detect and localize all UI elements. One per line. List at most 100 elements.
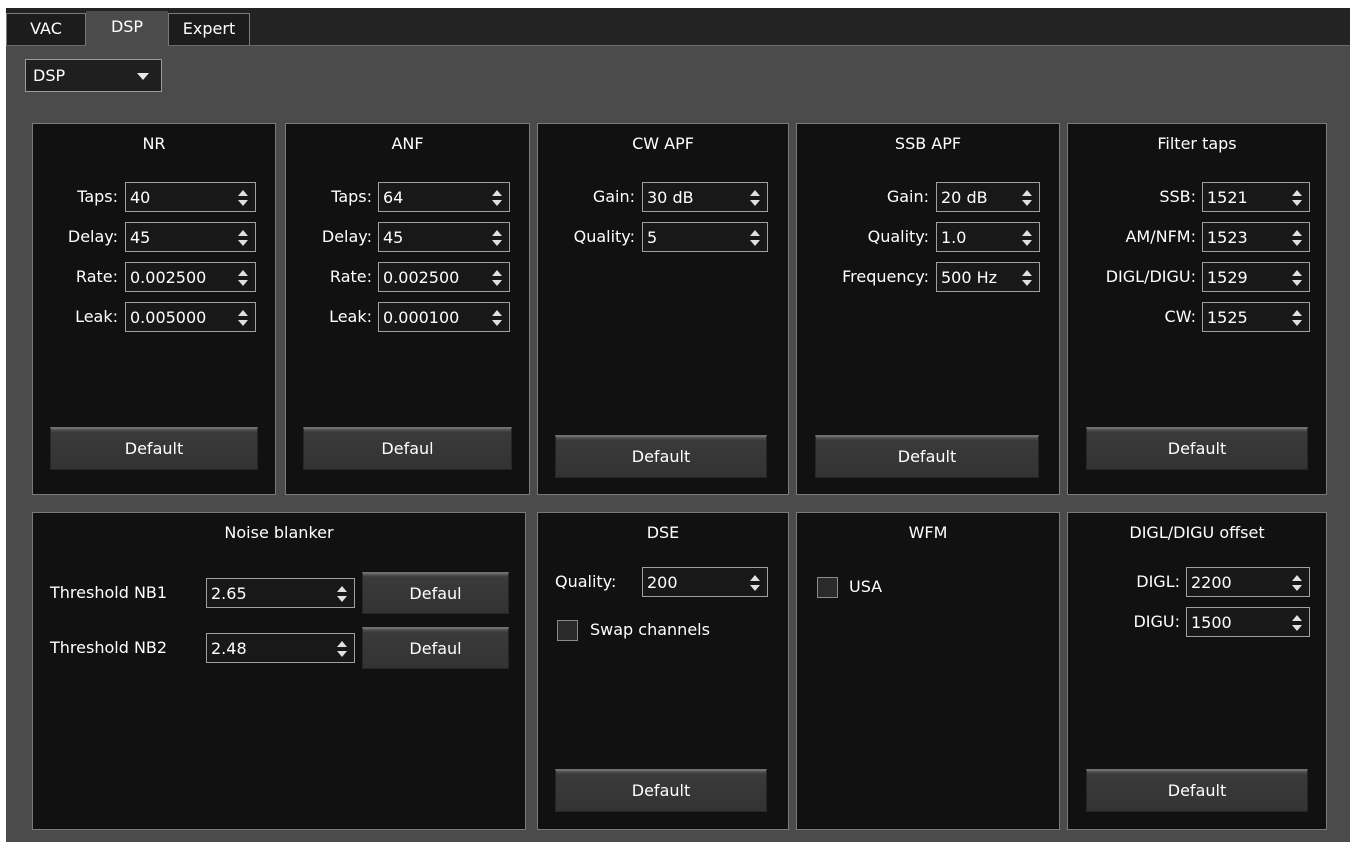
digl-spinbox[interactable]: 2200 <box>1186 567 1310 597</box>
nr-leak-spinbox[interactable]: 0.005000 <box>125 302 256 332</box>
ssb-apf-frequency-spinbox[interactable]: 500 Hz <box>936 262 1040 292</box>
ssb-apf-gain-row: Gain: 20 dB <box>797 182 1059 212</box>
anf-rate-row: Rate: 0.002500 <box>286 262 529 292</box>
anf-taps-spinbox[interactable]: 64 <box>378 182 510 212</box>
tab-vac[interactable]: VAC <box>6 13 86 45</box>
spinbox-value: 1529 <box>1207 268 1248 287</box>
spinbox-value: 1.0 <box>941 228 967 247</box>
nr-default-button[interactable]: Default <box>50 427 258 470</box>
cw-apf-gain-spinbox[interactable]: 30 dB <box>642 182 768 212</box>
anf-default-button[interactable]: Defaul <box>303 427 512 470</box>
filter-taps-digl-digu-spinbox[interactable]: 1529 <box>1202 262 1310 292</box>
nr-taps-spinbox[interactable]: 40 <box>125 182 256 212</box>
spin-arrows-icon[interactable] <box>1291 573 1303 593</box>
cw-apf-panel: CW APF Gain: 30 dB Quality: 5 Default <box>537 123 789 495</box>
field-label: SSB: <box>1159 187 1196 206</box>
panel-title: DIGL/DIGU offset <box>1129 523 1265 542</box>
tab-dsp[interactable]: DSP <box>86 11 168 46</box>
spin-arrows-icon[interactable] <box>237 188 249 208</box>
dsp-mode-select[interactable]: DSP <box>25 59 162 92</box>
spinbox-value: 64 <box>383 188 404 207</box>
field-label: DIGU: <box>1133 612 1180 631</box>
spin-arrows-icon[interactable] <box>1021 188 1033 208</box>
ssb-apf-quality-spinbox[interactable]: 1.0 <box>936 222 1040 252</box>
spinbox-value: 0.005000 <box>130 308 207 327</box>
spinbox-value: 2.48 <box>211 639 247 658</box>
nb1-threshold-spinbox[interactable]: 2.65 <box>206 578 355 608</box>
spin-arrows-icon[interactable] <box>1291 308 1303 328</box>
panel-title: Filter taps <box>1157 134 1237 153</box>
spinbox-value: 40 <box>130 188 151 207</box>
digl-digu-default-button[interactable]: Default <box>1086 769 1308 812</box>
swap-channels-label[interactable]: Swap channels <box>590 619 710 641</box>
panel-title: SSB APF <box>894 134 962 153</box>
nr-rate-spinbox[interactable]: 0.002500 <box>125 262 256 292</box>
nb2-threshold-spinbox[interactable]: 2.48 <box>206 633 355 663</box>
spinbox-value: 0.000100 <box>383 308 460 327</box>
usa-checkbox[interactable] <box>817 577 838 598</box>
anf-leak-spinbox[interactable]: 0.000100 <box>378 302 510 332</box>
digu-spinbox[interactable]: 1500 <box>1186 607 1310 637</box>
spin-arrows-icon[interactable] <box>749 188 761 208</box>
cw-apf-quality-row: Quality: 5 <box>538 222 788 252</box>
field-label: Quality: <box>867 227 929 246</box>
spinbox-value: 1500 <box>1191 613 1232 632</box>
ssb-apf-gain-spinbox[interactable]: 20 dB <box>936 182 1040 212</box>
anf-rate-spinbox[interactable]: 0.002500 <box>378 262 510 292</box>
filter-taps-digl-digu-row: DIGL/DIGU: 1529 <box>1068 262 1326 292</box>
filter-taps-am-nfm-spinbox[interactable]: 1523 <box>1202 222 1310 252</box>
spin-arrows-icon[interactable] <box>1291 613 1303 633</box>
spin-arrows-icon[interactable] <box>491 308 503 328</box>
spinbox-value: 45 <box>383 228 404 247</box>
usa-label[interactable]: USA <box>849 576 882 598</box>
field-label: AM/NFM: <box>1125 227 1196 246</box>
dse-quality-row: Quality: 200 <box>538 567 788 597</box>
spinbox-value: 200 <box>647 573 678 592</box>
tab-expert[interactable]: Expert <box>168 13 250 45</box>
swap-channels-checkbox[interactable] <box>557 620 578 641</box>
spin-arrows-icon[interactable] <box>1291 228 1303 248</box>
field-label: Threshold NB2 <box>50 638 168 657</box>
spin-arrows-icon[interactable] <box>749 573 761 593</box>
nb2-default-button[interactable]: Defaul <box>362 627 509 669</box>
spin-arrows-icon[interactable] <box>491 188 503 208</box>
spin-arrows-icon[interactable] <box>749 228 761 248</box>
spin-arrows-icon[interactable] <box>491 228 503 248</box>
anf-delay-spinbox[interactable]: 45 <box>378 222 510 252</box>
dse-default-button[interactable]: Default <box>555 769 767 812</box>
spinbox-value: 1525 <box>1207 308 1248 327</box>
spin-arrows-icon[interactable] <box>1021 228 1033 248</box>
nr-panel: NR Taps: 40 Delay: 45 Rate: 0.002500 Lea… <box>32 123 276 495</box>
nb1-default-button[interactable]: Defaul <box>362 572 509 614</box>
spin-arrows-icon[interactable] <box>237 268 249 288</box>
cw-apf-default-button[interactable]: Default <box>555 435 767 478</box>
cw-apf-quality-spinbox[interactable]: 5 <box>642 222 768 252</box>
noise-blanker-panel: Noise blanker Threshold NB1 2.65 Defaul … <box>32 512 526 830</box>
ssb-apf-frequency-row: Frequency: 500 Hz <box>797 262 1059 292</box>
field-label: DIGL/DIGU: <box>1105 267 1196 286</box>
spin-arrows-icon[interactable] <box>1021 268 1033 288</box>
field-label: CW: <box>1164 307 1196 326</box>
nr-delay-spinbox[interactable]: 45 <box>125 222 256 252</box>
nr-leak-row: Leak: 0.005000 <box>33 302 275 332</box>
spin-arrows-icon[interactable] <box>336 584 348 604</box>
spin-arrows-icon[interactable] <box>491 268 503 288</box>
field-label: Rate: <box>75 267 118 286</box>
spin-arrows-icon[interactable] <box>1291 188 1303 208</box>
filter-taps-default-button[interactable]: Default <box>1086 427 1308 470</box>
dsp-mode-value: DSP <box>33 66 66 85</box>
ssb-apf-default-button[interactable]: Default <box>815 435 1039 478</box>
spin-arrows-icon[interactable] <box>336 639 348 659</box>
filter-taps-ssb-spinbox[interactable]: 1521 <box>1202 182 1310 212</box>
filter-taps-panel: Filter taps SSB: 1521 AM/NFM: 1523 DIGL/… <box>1067 123 1327 495</box>
cw-apf-gain-row: Gain: 30 dB <box>538 182 788 212</box>
filter-taps-cw-spinbox[interactable]: 1525 <box>1202 302 1310 332</box>
field-label: Taps: <box>331 187 372 206</box>
nr-delay-row: Delay: 45 <box>33 222 275 252</box>
spinbox-value: 20 dB <box>941 188 988 207</box>
spin-arrows-icon[interactable] <box>237 228 249 248</box>
dse-quality-spinbox[interactable]: 200 <box>642 567 768 597</box>
anf-delay-row: Delay: 45 <box>286 222 529 252</box>
spin-arrows-icon[interactable] <box>1291 268 1303 288</box>
spin-arrows-icon[interactable] <box>237 308 249 328</box>
